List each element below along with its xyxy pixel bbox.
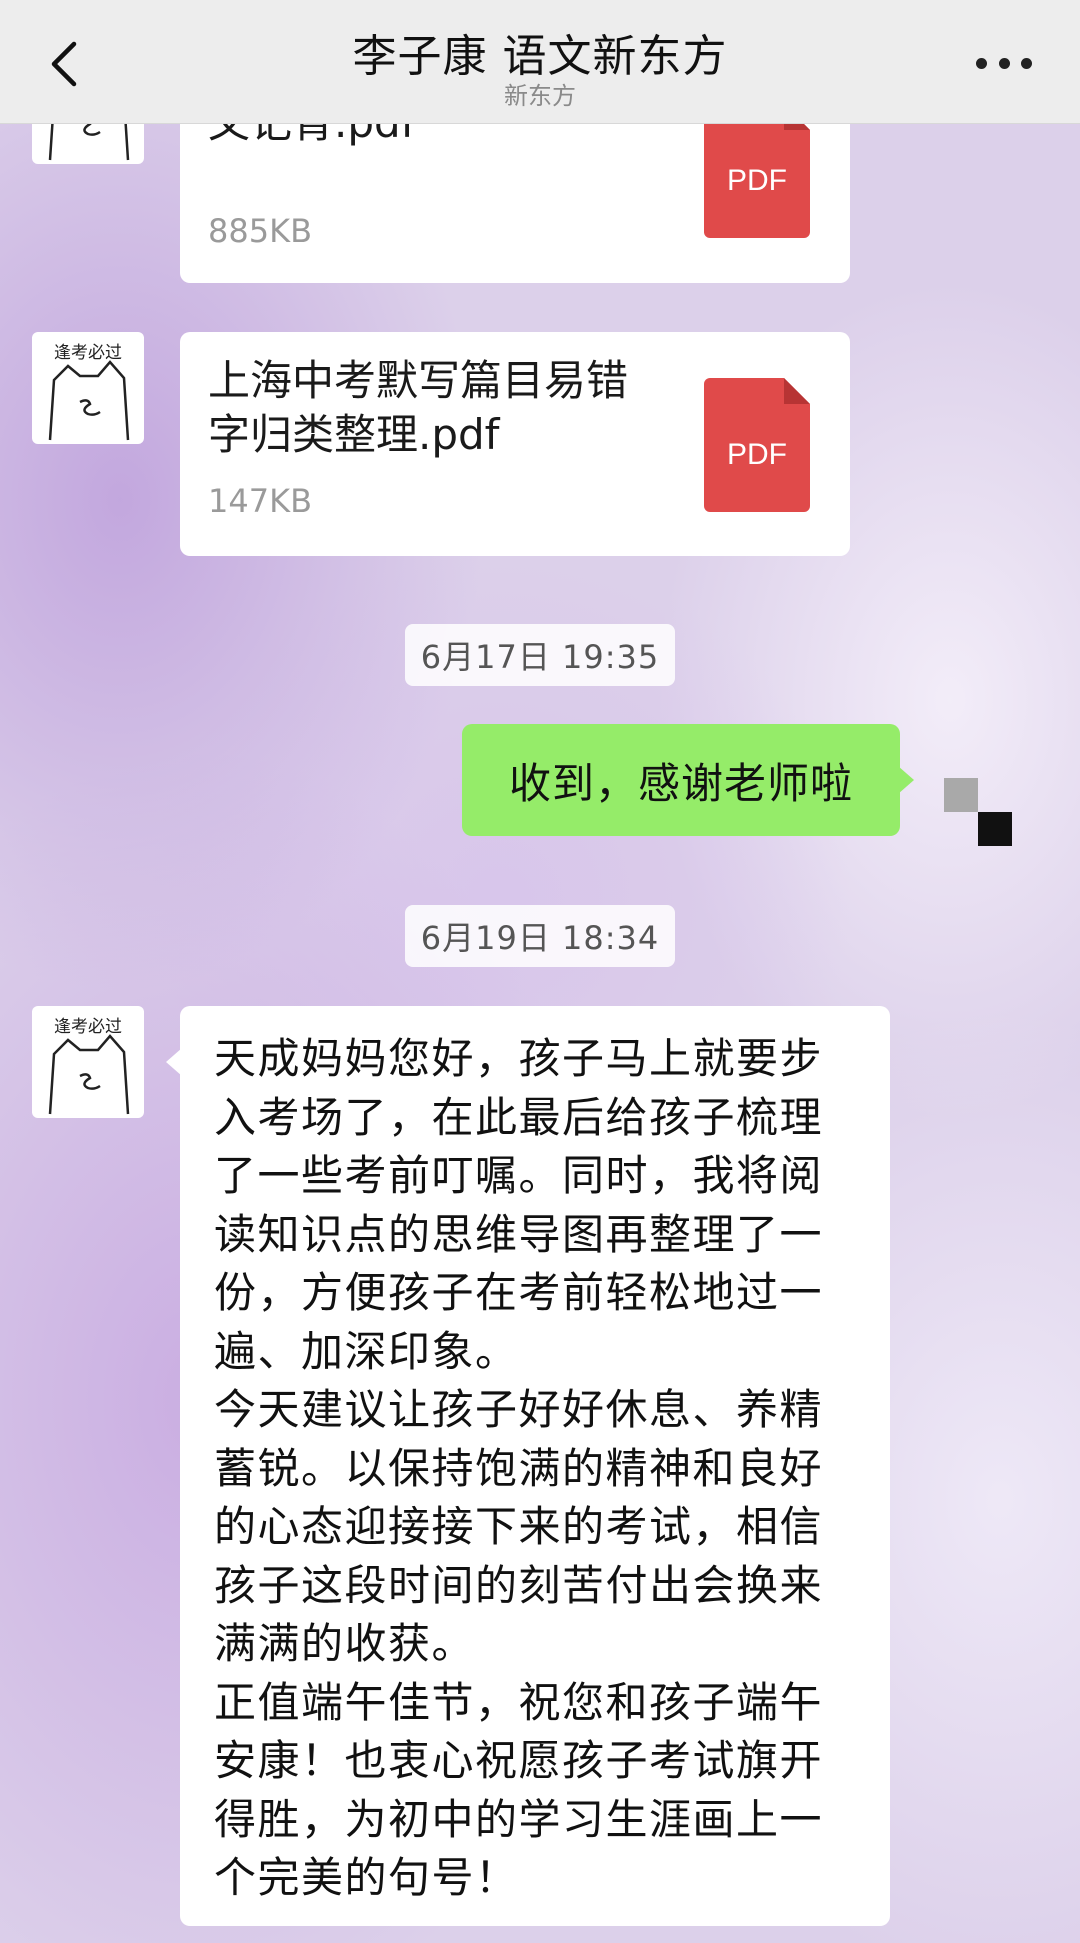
my-avatar[interactable]: [944, 778, 1014, 846]
message-line: 蓄锐。以保持饱满的精神和良好: [214, 1443, 824, 1493]
message-line: 天成妈妈您好，孩子马上就要步: [214, 1034, 824, 1083]
message-line: 份，方便孩子在考前轻松地过一: [214, 1268, 824, 1317]
chat-header: 李子康 语文新东方 新东方: [0, 0, 1080, 124]
file-size: 147KB: [208, 482, 313, 520]
contact-avatar[interactable]: 逢考必过: [32, 1006, 144, 1118]
message-line: 遍、加深印象。: [214, 1326, 519, 1376]
contact-avatar[interactable]: 逢考必过: [32, 332, 144, 444]
cat-avatar-icon: 逢考必过: [48, 1017, 130, 1115]
received-message-bubble[interactable]: 天成妈妈您好，孩子马上就要步 入考场了，在此最后给孩子梳理 了一些考前叮嘱。同时…: [166, 1006, 890, 1926]
svg-text:PDF: PDF: [727, 164, 787, 197]
svg-text:PDF: PDF: [727, 438, 787, 471]
message-line: 得胜，为初中的学习生涯画上一: [214, 1794, 824, 1844]
pdf-icon: PDF: [704, 378, 810, 512]
chat-title: 李子康 语文新东方: [352, 31, 728, 82]
file-name: 上海中考默写篇目易错 字归类整理.pdf: [208, 356, 629, 459]
timestamp: 6月19日 18:34: [0, 905, 1080, 967]
message-line: 的心态迎接接下来的考试，相信: [214, 1502, 824, 1551]
message-line: 今天建议让孩子好好休息、养精: [214, 1385, 824, 1434]
sent-message-bubble[interactable]: 收到，感谢老师啦: [462, 724, 914, 836]
message-line: 满满的收获。: [214, 1619, 476, 1668]
svg-text:逢考必过: 逢考必过: [54, 343, 122, 363]
message-line: 读知识点的思维导图再整理了一: [214, 1209, 824, 1259]
message-line: 入考场了，在此最后给孩子梳理: [214, 1092, 824, 1142]
message-line: 了一些考前叮嘱。同时，我将阅: [214, 1151, 824, 1200]
message-line: 正值端午佳节，祝您和孩子端午: [214, 1677, 824, 1727]
timestamp: 6月17日 19:35: [0, 624, 1080, 686]
message-line: 孩子这段时间的刻苦付出会换来: [214, 1560, 824, 1610]
more-dots-icon[interactable]: [976, 56, 1032, 70]
message-line: 安康！也衷心祝愿孩子考试旗开: [214, 1736, 824, 1785]
cat-avatar-icon: 逢考必过: [48, 343, 130, 441]
pdf-icon: PDF: [704, 104, 810, 238]
file-message[interactable]: 上海中考默写篇目易错 字归类整理.pdf 147KB PDF: [180, 332, 850, 556]
chat-subtitle: 新东方: [504, 82, 576, 110]
file-size: 885KB: [208, 212, 313, 250]
message-line: 个完美的句号！: [214, 1853, 519, 1902]
svg-text:逢考必过: 逢考必过: [54, 1017, 122, 1037]
